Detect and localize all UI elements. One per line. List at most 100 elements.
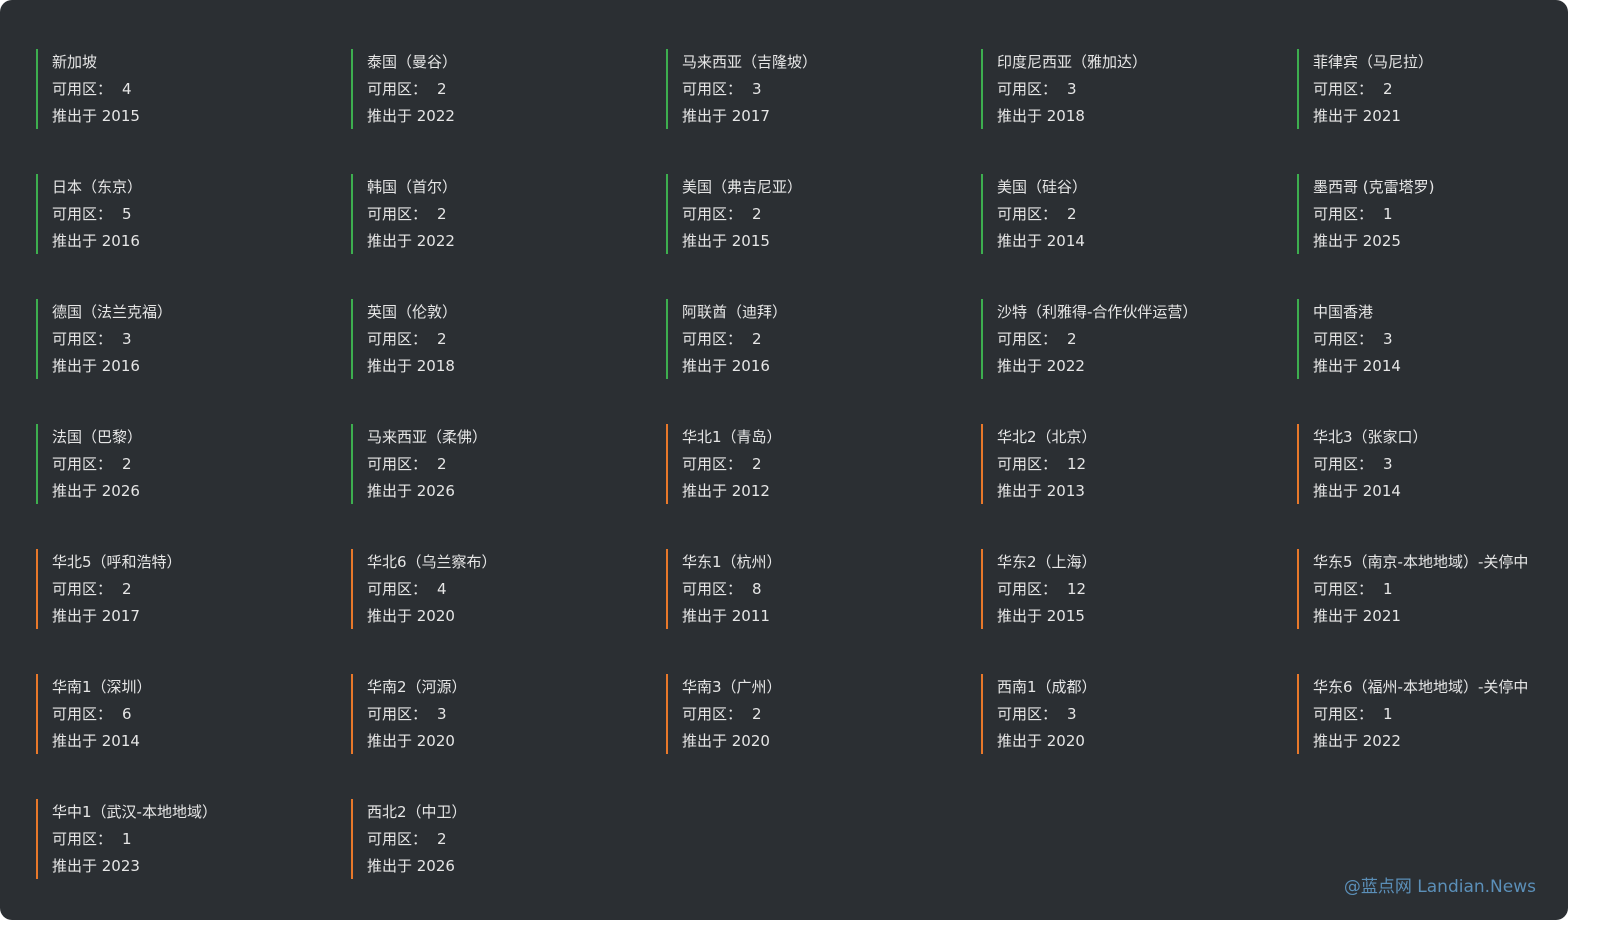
zones-count: 1: [122, 830, 132, 848]
zones-row: 可用区： 2: [367, 201, 651, 228]
launch-year: 推出于 2025: [1313, 232, 1401, 250]
zones-label: 可用区：: [52, 330, 113, 348]
zones-row: 可用区： 5: [52, 201, 336, 228]
zones-row: 可用区： 4: [367, 576, 651, 603]
zones-count: 2: [752, 705, 762, 723]
zones-label: 可用区：: [1313, 455, 1374, 473]
region-name: 泰国（曼谷）: [367, 53, 458, 71]
zones-label: 可用区：: [52, 830, 113, 848]
zones-label: 可用区：: [682, 330, 743, 348]
zones-row: 可用区： 3: [997, 76, 1281, 103]
zones-label: 可用区：: [367, 705, 428, 723]
region-name: 法国（巴黎）: [52, 428, 143, 446]
region-item: 华南3（广州） 可用区： 2 推出于 2020: [666, 674, 966, 754]
region-name: 墨西哥 (克雷塔罗): [1313, 178, 1435, 196]
zones-count: 1: [1383, 705, 1393, 723]
launch-year: 推出于 2022: [1313, 732, 1401, 750]
zones-row: 可用区： 2: [1313, 76, 1597, 103]
region-name: 华北6（乌兰察布）: [367, 553, 497, 571]
zones-row: 可用区： 2: [997, 326, 1281, 353]
launch-year: 推出于 2016: [52, 232, 140, 250]
region-item: 马来西亚（柔佛） 可用区： 2 推出于 2026: [351, 424, 651, 504]
launch-year: 推出于 2022: [367, 107, 455, 125]
region-item: 菲律宾（马尼拉） 可用区： 2 推出于 2021: [1297, 49, 1597, 129]
zones-label: 可用区：: [52, 580, 113, 598]
region-name: 新加坡: [52, 53, 98, 71]
launch-year: 推出于 2018: [997, 107, 1085, 125]
region-name: 马来西亚（吉隆坡）: [682, 53, 818, 71]
zones-label: 可用区：: [367, 455, 428, 473]
zones-count: 3: [1067, 705, 1077, 723]
zones-label: 可用区：: [682, 80, 743, 98]
zones-count: 2: [1067, 205, 1077, 223]
launch-year: 推出于 2014: [52, 732, 140, 750]
zones-row: 可用区： 2: [367, 326, 651, 353]
region-name: 华东1（杭州）: [682, 553, 782, 571]
region-item: 日本（东京） 可用区： 5 推出于 2016: [36, 174, 336, 254]
region-item: 泰国（曼谷） 可用区： 2 推出于 2022: [351, 49, 651, 129]
zones-label: 可用区：: [682, 580, 743, 598]
zones-label: 可用区：: [997, 205, 1058, 223]
region-name: 美国（硅谷）: [997, 178, 1088, 196]
launch-year: 推出于 2016: [682, 357, 770, 375]
region-name: 华北5（呼和浩特）: [52, 553, 182, 571]
zones-row: 可用区： 3: [52, 326, 336, 353]
zones-count: 3: [437, 705, 447, 723]
region-name: 马来西亚（柔佛）: [367, 428, 488, 446]
zones-label: 可用区：: [997, 80, 1058, 98]
zones-label: 可用区：: [1313, 330, 1374, 348]
region-name: 西南1（成都）: [997, 678, 1097, 696]
region-item: 华南2（河源） 可用区： 3 推出于 2020: [351, 674, 651, 754]
region-item: 美国（弗吉尼亚） 可用区： 2 推出于 2015: [666, 174, 966, 254]
zones-count: 12: [1067, 580, 1087, 598]
zones-count: 1: [1383, 205, 1393, 223]
region-item: 墨西哥 (克雷塔罗) 可用区： 1 推出于 2025: [1297, 174, 1597, 254]
launch-year: 推出于 2014: [1313, 482, 1401, 500]
zones-row: 可用区： 3: [997, 701, 1281, 728]
launch-year: 推出于 2016: [52, 357, 140, 375]
zones-label: 可用区：: [1313, 705, 1374, 723]
region-name: 美国（弗吉尼亚）: [682, 178, 803, 196]
region-name: 印度尼西亚（雅加达）: [997, 53, 1148, 71]
zones-row: 可用区： 8: [682, 576, 966, 603]
zones-row: 可用区： 6: [52, 701, 336, 728]
zones-count: 2: [437, 330, 447, 348]
zones-label: 可用区：: [997, 580, 1058, 598]
region-item: 华东2（上海） 可用区： 12 推出于 2015: [981, 549, 1281, 629]
region-name: 华中1（武汉-本地地域）: [52, 803, 217, 821]
zones-label: 可用区：: [367, 80, 428, 98]
region-name: 沙特（利雅得-合作伙伴运营）: [997, 303, 1198, 321]
launch-year: 推出于 2013: [997, 482, 1085, 500]
zones-count: 5: [122, 205, 132, 223]
launch-year: 推出于 2015: [997, 607, 1085, 625]
zones-count: 2: [122, 455, 132, 473]
zones-row: 可用区： 2: [367, 76, 651, 103]
region-name: 中国香港: [1313, 303, 1374, 321]
zones-count: 1: [1383, 580, 1393, 598]
launch-year: 推出于 2020: [367, 607, 455, 625]
zones-label: 可用区：: [367, 580, 428, 598]
zones-row: 可用区： 2: [682, 201, 966, 228]
region-item: 华南1（深圳） 可用区： 6 推出于 2014: [36, 674, 336, 754]
region-item: 华东5（南京-本地地域）-关停中 可用区： 1 推出于 2021: [1297, 549, 1597, 629]
region-name: 华东6（福州-本地地域）-关停中: [1313, 678, 1529, 696]
region-item: 印度尼西亚（雅加达） 可用区： 3 推出于 2018: [981, 49, 1281, 129]
region-name: 华南2（河源）: [367, 678, 467, 696]
watermark: @蓝点网 Landian.News: [1343, 877, 1536, 897]
region-item: 阿联酋（迪拜） 可用区： 2 推出于 2016: [666, 299, 966, 379]
zones-label: 可用区：: [1313, 205, 1374, 223]
region-list-panel: 新加坡 可用区： 4 推出于 2015 泰国（曼谷） 可用区： 2 推出于 2022 马来西亚（…: [0, 0, 1568, 920]
zones-label: 可用区：: [367, 330, 428, 348]
zones-label: 可用区：: [997, 455, 1058, 473]
launch-year: 推出于 2015: [682, 232, 770, 250]
region-name: 日本（东京）: [52, 178, 143, 196]
zones-count: 2: [437, 830, 447, 848]
launch-year: 推出于 2017: [52, 607, 140, 625]
launch-year: 推出于 2020: [997, 732, 1085, 750]
launch-year: 推出于 2017: [682, 107, 770, 125]
zones-row: 可用区： 12: [997, 576, 1281, 603]
zones-count: 2: [122, 580, 132, 598]
region-name: 华北3（张家口）: [1313, 428, 1428, 446]
zones-row: 可用区： 2: [997, 201, 1281, 228]
launch-year: 推出于 2014: [997, 232, 1085, 250]
